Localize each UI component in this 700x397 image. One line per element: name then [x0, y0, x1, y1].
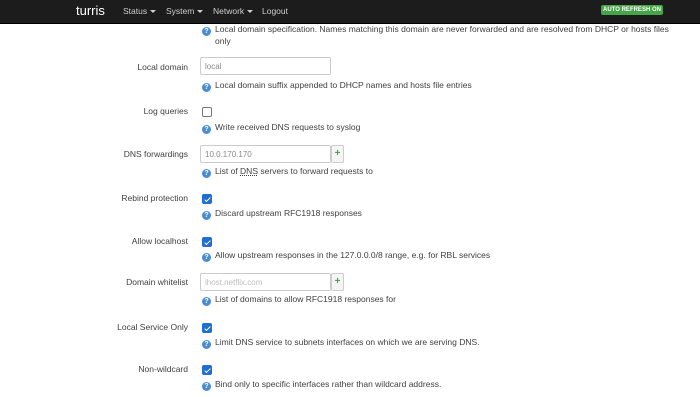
brand-logo[interactable]: turris — [76, 3, 105, 18]
log-queries-help: ? Write received DNS requests to syslog — [202, 122, 360, 134]
add-whitelist-domain-button[interactable]: + — [331, 273, 344, 291]
dns-abbreviation: DNS — [240, 166, 258, 176]
domain-spec-help: ? Local domain specification. Names match… — [202, 24, 669, 36]
caret-down-icon — [197, 10, 204, 14]
help-icon: ? — [202, 382, 211, 391]
menu-network-label: Network — [213, 6, 245, 16]
local-service-only-label: Local Service Only — [117, 322, 188, 332]
allow-localhost-help-text: Allow upstream responses in the 127.0.0.… — [215, 250, 491, 260]
non-wildcard-help: ? Bind only to specific interfaces rather… — [202, 379, 441, 391]
auto-refresh-toggle[interactable]: AUTO REFRESH ON — [601, 5, 663, 15]
rebind-protection-help: ? Discard upstream RFC1918 responses — [202, 208, 362, 220]
help-icon: ? — [202, 253, 211, 262]
top-navbar: turris Status System Network Logout AUTO… — [0, 0, 700, 24]
rebind-protection-checkbox[interactable] — [202, 194, 212, 204]
domain-whitelist-help: ? List of domains to allow RFC1918 respon… — [202, 294, 396, 306]
menu-status-label: Status — [123, 6, 148, 16]
domain-whitelist-help-text: List of domains to allow RFC1918 respons… — [215, 294, 396, 304]
domain-whitelist-label: Domain whitelist — [126, 277, 188, 287]
allow-localhost-label: Allow localhost — [131, 236, 188, 246]
help-icon: ? — [202, 297, 211, 306]
help-icon: ? — [202, 125, 211, 134]
local-domain-label: Local domain — [137, 62, 188, 72]
caret-down-icon — [150, 10, 157, 14]
local-service-only-help-text: Limit DNS service to subnets interfaces … — [215, 337, 480, 347]
domain-whitelist-input[interactable] — [200, 273, 331, 291]
help-icon: ? — [202, 169, 211, 178]
log-queries-checkbox[interactable] — [202, 107, 212, 117]
dnsmasq-settings-form: ? Local domain specification. Names match… — [0, 24, 700, 397]
help-icon: ? — [202, 211, 211, 220]
menu-system[interactable]: System — [166, 6, 204, 16]
menu-status[interactable]: Status — [123, 6, 157, 16]
dns-forwardings-help-suffix: servers to forward requests to — [258, 166, 373, 176]
non-wildcard-checkbox[interactable] — [202, 365, 212, 375]
domain-spec-help-line2: only — [215, 36, 231, 46]
add-dns-forwarding-button[interactable]: + — [331, 145, 344, 163]
log-queries-label: Log queries — [143, 106, 188, 116]
help-icon: ? — [202, 27, 211, 36]
dns-forwardings-input[interactable] — [200, 145, 331, 163]
rebind-protection-label: Rebind protection — [121, 193, 188, 203]
non-wildcard-help-text: Bind only to specific interfaces rather … — [215, 379, 442, 389]
help-icon: ? — [202, 340, 211, 349]
log-queries-help-text: Write received DNS requests to syslog — [215, 122, 361, 132]
help-icon: ? — [202, 83, 211, 92]
caret-down-icon — [247, 10, 254, 14]
local-service-only-checkbox[interactable] — [202, 323, 212, 333]
menu-logout[interactable]: Logout — [262, 6, 288, 16]
menu-network[interactable]: Network — [213, 6, 254, 16]
dns-forwardings-help: ? List of DNS servers to forward requests… — [202, 166, 373, 178]
local-domain-input[interactable] — [200, 57, 331, 75]
menu-system-label: System — [166, 6, 195, 16]
dns-forwardings-help-prefix: List of — [215, 166, 241, 176]
local-domain-help-text: Local domain suffix appended to DHCP nam… — [215, 80, 472, 90]
rebind-protection-help-text: Discard upstream RFC1918 responses — [215, 208, 362, 218]
plus-icon: + — [334, 148, 341, 159]
allow-localhost-help: ? Allow upstream responses in the 127.0.0… — [202, 250, 490, 262]
domain-spec-help-text: Local domain specification. Names matchi… — [215, 24, 669, 34]
local-service-only-help: ? Limit DNS service to subnets interfaces… — [202, 337, 480, 349]
plus-icon: + — [334, 276, 341, 287]
allow-localhost-checkbox[interactable] — [202, 237, 212, 247]
non-wildcard-label: Non-wildcard — [138, 364, 188, 374]
local-domain-help: ? Local domain suffix appended to DHCP na… — [202, 80, 472, 92]
dns-forwardings-label: DNS forwardings — [123, 149, 188, 159]
